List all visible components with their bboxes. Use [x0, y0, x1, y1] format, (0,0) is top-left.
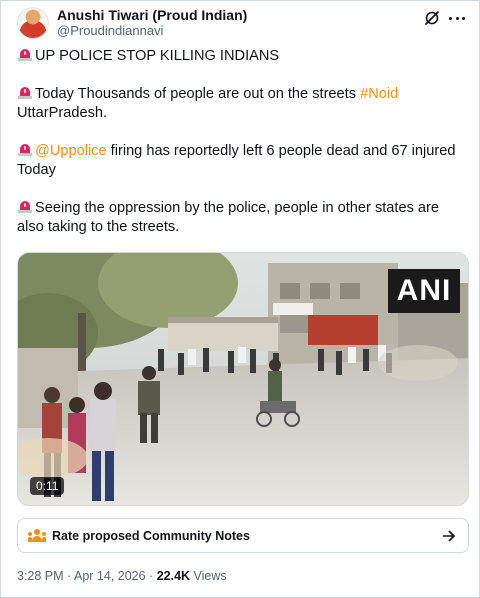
post-date[interactable]: Apr 14, 2026: [74, 569, 146, 583]
post-line-2: Today Thousands of people are out on the…: [17, 85, 399, 121]
author-display-name[interactable]: Anushi Tiwari (Proud Indian): [57, 7, 247, 23]
video-duration: 0:11: [30, 477, 65, 495]
post-line-1: UP POLICE STOP KILLING INDIANS: [17, 47, 469, 66]
rate-community-notes-button[interactable]: Rate proposed Community Notes: [17, 518, 469, 553]
meta-separator: ·: [63, 569, 74, 583]
police-car-light-icon: [17, 199, 33, 214]
police-car-light-icon: [17, 142, 33, 157]
post-meta: 3:28 PM · Apr 14, 2026 · 22.4K Views: [17, 569, 227, 583]
grok-icon[interactable]: [423, 9, 441, 27]
meta-separator: ·: [145, 569, 157, 583]
post-text: UP POLICE STOP KILLING INDIANS Today Tho…: [17, 47, 469, 256]
police-car-light-icon: [17, 85, 33, 100]
community-notes-icon: [28, 528, 46, 543]
post-line-4: Seeing the oppression by the police, peo…: [17, 199, 440, 235]
author-block[interactable]: Anushi Tiwari (Proud Indian) @Proudindia…: [57, 7, 247, 39]
hashtag-link[interactable]: #Noid: [360, 86, 398, 102]
ani-watermark: ANI: [388, 269, 460, 313]
header-actions: [423, 7, 467, 27]
post-line-3: @Uppolice firing has reportedly left 6 p…: [17, 142, 456, 178]
avatar[interactable]: [17, 7, 49, 39]
views-count: 22.4K: [156, 569, 191, 583]
video-player[interactable]: ANI 0:11: [17, 252, 469, 506]
post-header: Anushi Tiwari (Proud Indian) @Proudindia…: [17, 7, 467, 43]
author-handle[interactable]: @Proudindiannavi: [57, 23, 247, 39]
police-car-light-icon: [17, 47, 33, 62]
community-notes-label: Rate proposed Community Notes: [52, 528, 250, 543]
mention-link[interactable]: @Uppolice: [35, 143, 107, 159]
arrow-right-icon: [442, 530, 455, 541]
more-options-icon[interactable]: [447, 9, 467, 27]
post-time[interactable]: 3:28 PM: [17, 569, 64, 583]
post-card: Anushi Tiwari (Proud Indian) @Proudindia…: [0, 0, 480, 598]
views-label: Views: [190, 569, 227, 583]
